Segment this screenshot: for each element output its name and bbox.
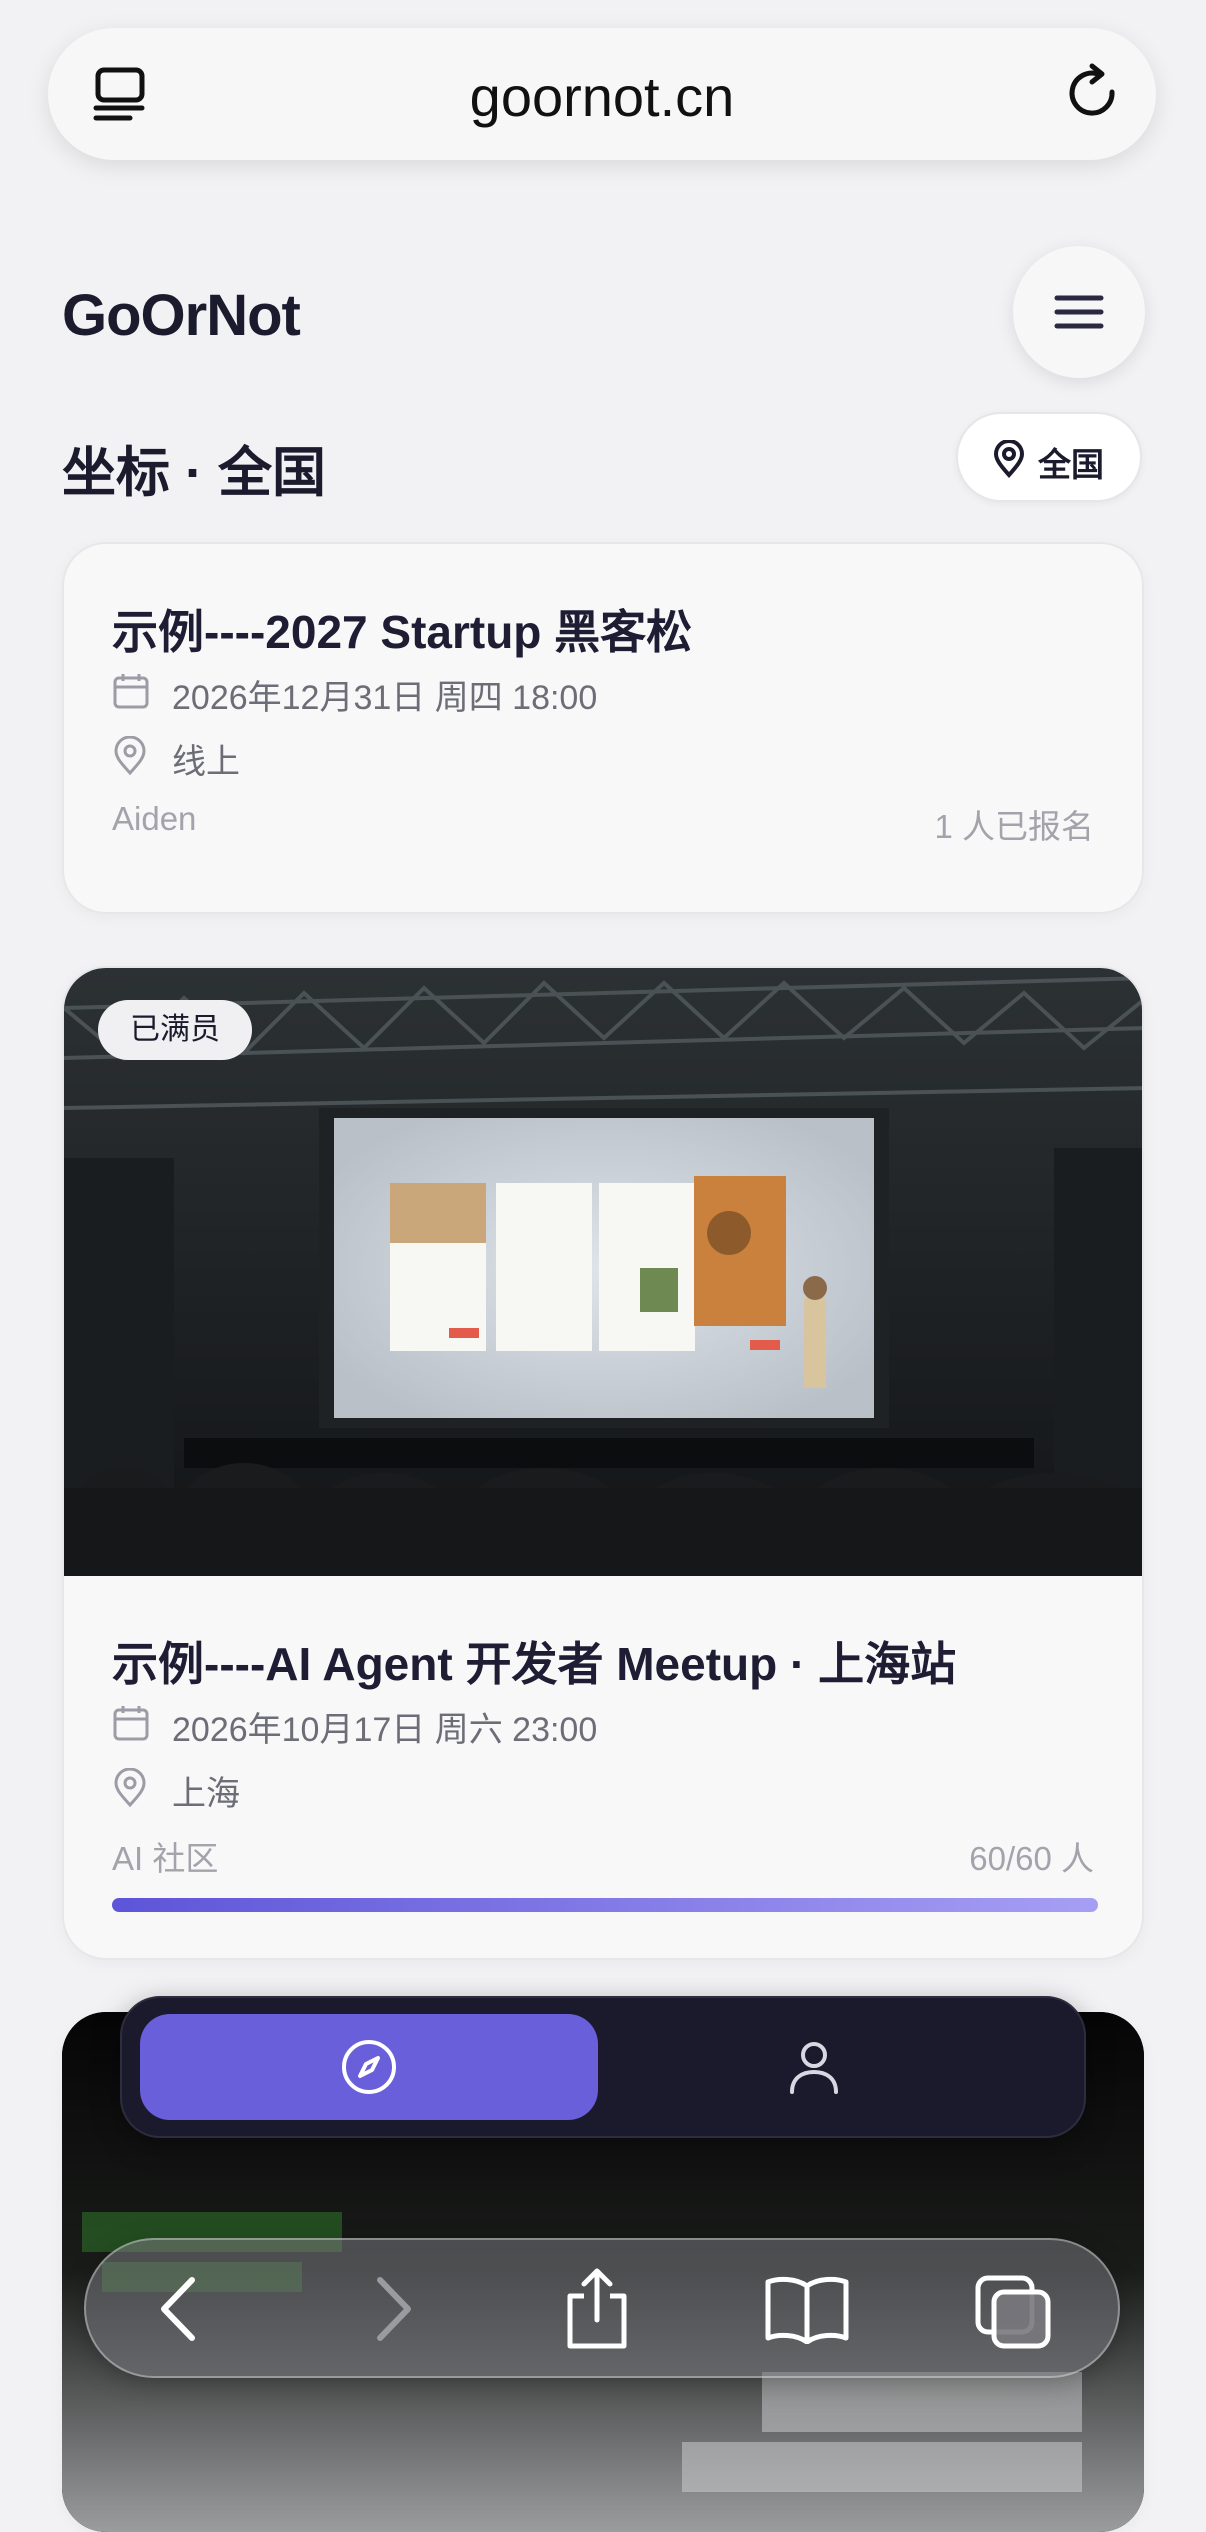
url-text[interactable]: goornot.cn — [48, 64, 1156, 129]
share-icon[interactable] — [562, 2266, 632, 2350]
capacity-progress-bar — [112, 1898, 1098, 1912]
event-attendance: 60/60 人 — [969, 1840, 1094, 1877]
calendar-icon — [113, 1706, 149, 1741]
event-organizer: Aiden — [112, 800, 197, 837]
menu-button[interactable] — [1013, 246, 1145, 378]
profile-icon[interactable] — [786, 2038, 842, 2096]
back-icon[interactable] — [154, 2274, 204, 2344]
location-filter-label: 全国 — [1038, 446, 1104, 483]
calendar-icon — [113, 674, 149, 709]
tab-explore[interactable] — [140, 2014, 598, 2120]
map-pin-icon — [993, 440, 1025, 478]
location-title: 坐标 · 全国 — [62, 443, 326, 503]
bottom-tab-bar — [120, 1996, 1086, 2138]
event-organizer: AI 社区 — [112, 1840, 219, 1877]
forward-icon[interactable] — [368, 2274, 418, 2344]
bookmarks-icon[interactable] — [764, 2274, 850, 2344]
event-title[interactable]: 示例----2027 Startup 黑客松 — [112, 596, 692, 662]
status-badge: 已满员 — [98, 1000, 252, 1060]
browser-toolbar — [84, 2238, 1120, 2378]
tabs-icon[interactable] — [974, 2274, 1054, 2350]
location-filter-button[interactable]: 全国 — [956, 412, 1142, 502]
event-title[interactable]: 示例----AI Agent 开发者 Meetup · 上海站 — [112, 1628, 956, 1694]
map-pin-icon — [114, 1768, 146, 1808]
compass-icon — [342, 2040, 396, 2094]
event-card[interactable]: 示例----2027 Startup 黑客松 2026年12月31日 周四 18… — [62, 542, 1144, 914]
event-attendance: 1 人已报名 — [934, 808, 1094, 845]
hamburger-menu-icon — [1054, 295, 1104, 329]
event-card[interactable]: 已满员 示例----AI Agent 开发者 Meetup · 上海站 2026… — [62, 966, 1144, 1960]
brand-logo[interactable]: GoOrNot — [62, 282, 301, 349]
map-pin-icon — [114, 736, 146, 776]
reload-icon[interactable] — [1062, 62, 1126, 126]
address-bar[interactable]: goornot.cn — [48, 28, 1156, 160]
